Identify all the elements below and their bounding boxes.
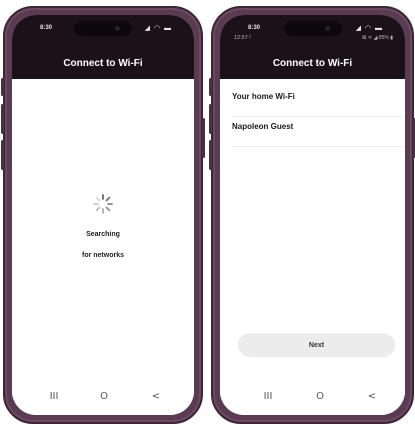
searching-sublabel: for networks	[81, 252, 124, 259]
back-button[interactable]: <	[360, 387, 384, 407]
status-time: 8:30	[40, 25, 53, 31]
power-button	[202, 118, 205, 158]
side-button	[1, 140, 4, 170]
status-bar: 8:30 ◢ ◠ ▬	[12, 15, 194, 55]
phone-screen: 8:30 ◢ ◠ ▬ Connect to Wi-Fi Searching fo…	[12, 15, 194, 415]
status-icons: ◢ ◠ ▬	[355, 25, 383, 32]
phone-left: 8:30 ◢ ◠ ▬ Connect to Wi-Fi Searching fo…	[1, 6, 205, 424]
status-time: 8:30	[248, 25, 261, 31]
home-button[interactable]: O	[92, 387, 116, 407]
camera-icon	[324, 26, 330, 31]
side-button	[209, 104, 212, 134]
next-button[interactable]: Next	[238, 333, 395, 357]
searching-label: Searching	[86, 231, 120, 238]
recents-button[interactable]: III	[256, 387, 280, 407]
side-button	[1, 78, 4, 96]
dynamic-island	[283, 21, 342, 36]
home-button[interactable]: O	[308, 387, 332, 407]
network-name: Napoleon Guest	[232, 122, 294, 131]
status-icons: ◢ ◠ ▬	[144, 25, 172, 32]
status-time-secondary: 12:57 !	[234, 35, 251, 41]
phone-right: 8:30 12:57 ! ◢ ◠ ▬ ⊠ ᯤ ◢ 85% ▮ Connect t…	[209, 6, 415, 424]
back-button[interactable]: <	[144, 387, 168, 407]
recents-button[interactable]: III	[42, 387, 66, 407]
loading-spinner-icon	[93, 194, 113, 214]
status-icons-secondary: ⊠ ᯤ ◢ 85% ▮	[362, 35, 393, 41]
dynamic-island	[74, 21, 132, 36]
search-content: Searching for networks	[12, 79, 194, 379]
side-button	[209, 78, 212, 96]
network-name: Your home Wi-Fi	[232, 92, 295, 101]
system-nav-bar: III O <	[12, 379, 194, 415]
status-bar: 8:30 12:57 ! ◢ ◠ ▬ ⊠ ᯤ ◢ 85% ▮	[220, 15, 405, 55]
network-item-your-home-wifi[interactable]: Your home Wi-Fi	[232, 87, 405, 117]
side-button	[209, 140, 212, 170]
page-title: Connect to Wi-Fi	[272, 58, 353, 69]
app-header: Connect to Wi-Fi	[220, 55, 405, 79]
side-button	[1, 104, 4, 134]
network-item-napoleon-guest[interactable]: Napoleon Guest	[232, 117, 405, 147]
page-title: Connect to Wi-Fi	[63, 58, 143, 69]
phone-screen: 8:30 12:57 ! ◢ ◠ ▬ ⊠ ᯤ ◢ 85% ▮ Connect t…	[220, 15, 405, 415]
system-nav-bar: III O <	[220, 379, 405, 415]
app-header: Connect to Wi-Fi	[12, 55, 194, 79]
camera-icon	[115, 26, 120, 31]
